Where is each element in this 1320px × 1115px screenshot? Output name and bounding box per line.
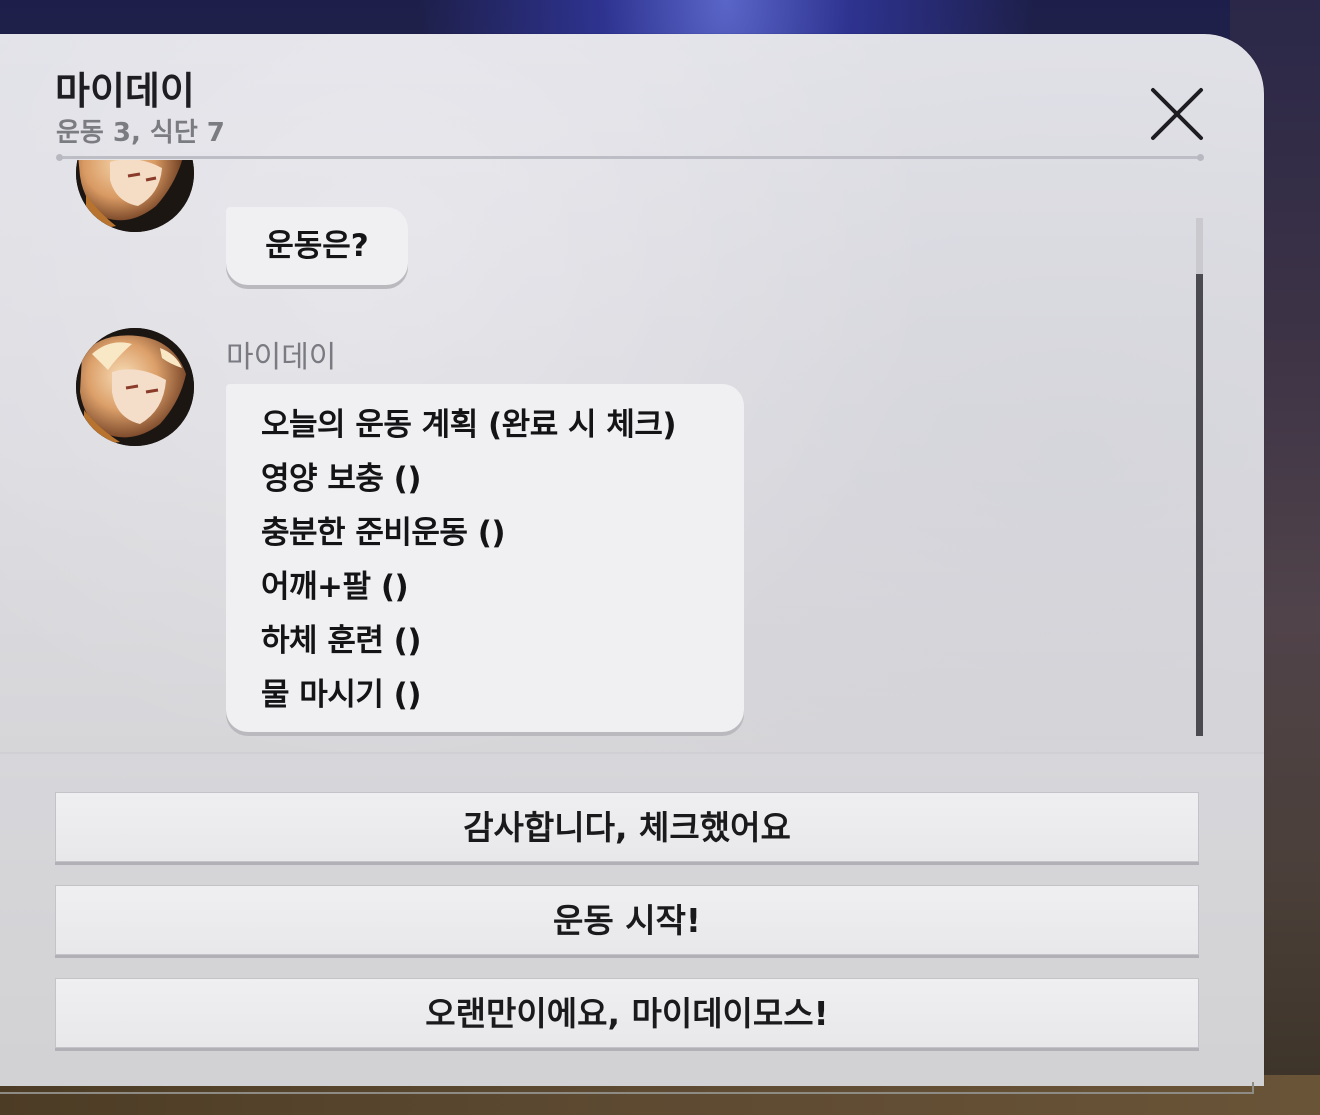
avatar xyxy=(76,328,194,446)
character-avatar-icon xyxy=(76,160,194,232)
scrollbar-track[interactable] xyxy=(1196,218,1203,736)
message-line: 물 마시기 () xyxy=(261,677,422,713)
reply-option-button[interactable]: 감사합니다, 체크했어요 xyxy=(55,792,1199,862)
close-button[interactable] xyxy=(1145,82,1209,146)
message-line: 어깨+팔 () xyxy=(261,569,409,605)
scrollbar-thumb[interactable] xyxy=(1196,274,1203,736)
close-icon xyxy=(1151,88,1203,140)
message-line: 충분한 준비운동 () xyxy=(261,515,506,551)
chat-history[interactable]: 운동은? 마이데이 오늘의 운동 계획 (완료 시 체크) 영양 보충 () 충… xyxy=(0,160,1264,750)
chat-title: 마이데이 xyxy=(55,69,195,113)
header-divider xyxy=(56,154,1204,161)
message-line: 오늘의 운동 계획 (완료 시 체크) xyxy=(261,407,677,443)
avatar xyxy=(76,160,194,232)
sender-name: 마이데이 xyxy=(226,340,337,375)
message-line: 하체 훈련 () xyxy=(261,623,422,659)
message-line: 영양 보충 () xyxy=(261,461,422,497)
message-bubble: 운동은? xyxy=(226,207,408,285)
panel-edge xyxy=(0,1082,1254,1094)
reply-option-button[interactable]: 오랜만이에요, 마이데이모스! xyxy=(55,978,1199,1048)
message-bubble: 오늘의 운동 계획 (완료 시 체크) 영양 보충 () 충분한 준비운동 ()… xyxy=(226,384,744,732)
chat-panel: 마이데이 운동 3, 식단 7 운동은? 마이데이 오늘의 운동 계획 (완료 … xyxy=(0,34,1264,1086)
chat-subtitle: 운동 3, 식단 7 xyxy=(56,118,225,148)
character-avatar-icon xyxy=(76,328,194,446)
reply-options: 감사합니다, 체크했어요 운동 시작! 오랜만이에요, 마이데이모스! xyxy=(0,752,1264,1086)
reply-option-button[interactable]: 운동 시작! xyxy=(55,885,1199,955)
